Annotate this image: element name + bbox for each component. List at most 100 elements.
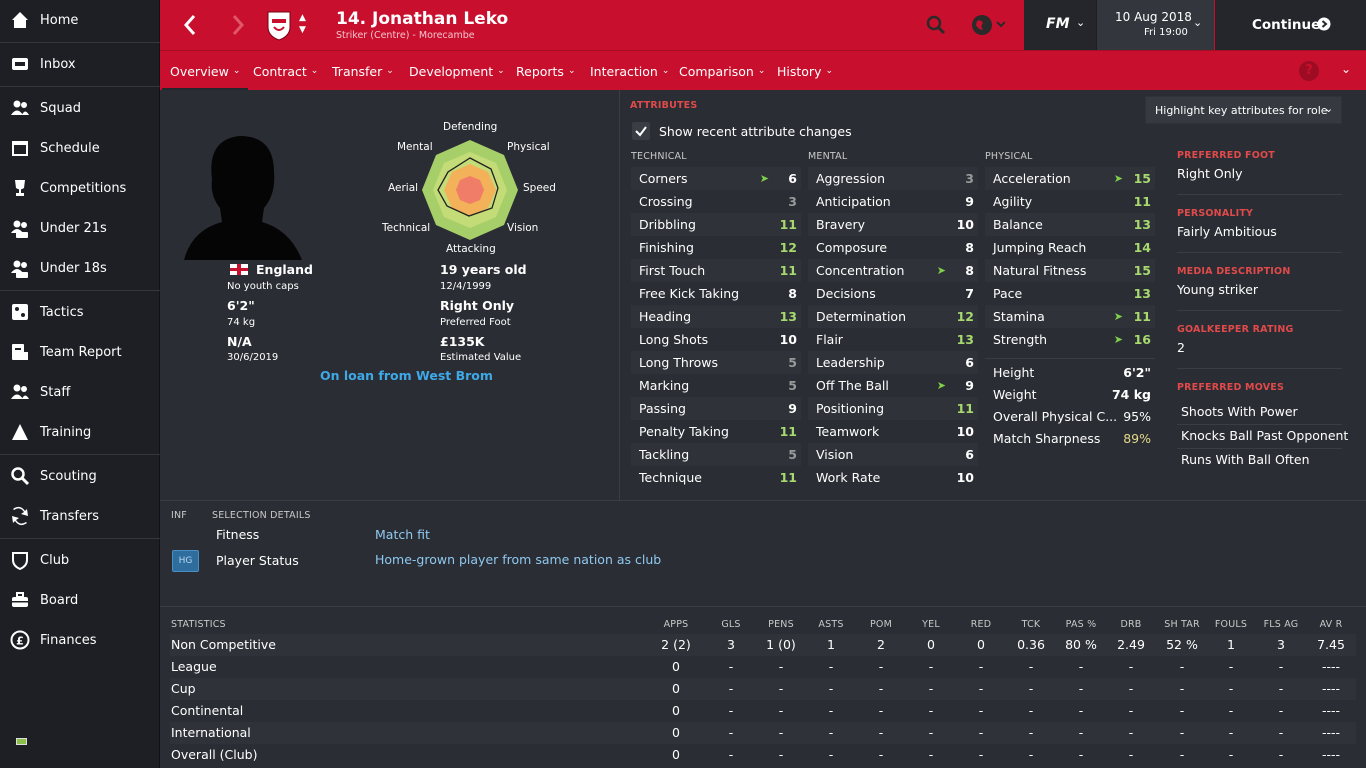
attribute-row[interactable]: Leadership 6 — [808, 351, 978, 374]
stat-column-header[interactable]: RED — [956, 619, 1006, 630]
sidebar-item-home[interactable]: Home — [0, 0, 160, 40]
tab-overview[interactable]: Overview ⌄ — [161, 51, 249, 91]
nationality[interactable]: England — [256, 262, 313, 277]
attribute-row[interactable]: Corners ➤ 6 — [631, 167, 801, 190]
sidebar-item-staff[interactable]: Staff — [0, 372, 160, 412]
search-icon[interactable] — [926, 15, 946, 39]
attribute-row[interactable]: Decisions 7 — [808, 282, 978, 305]
attribute-row[interactable]: Pace 13 — [985, 282, 1155, 305]
attribute-row[interactable]: Tackling 5 — [631, 443, 801, 466]
stat-column-header[interactable]: SH TAR — [1157, 619, 1207, 630]
attribute-row[interactable]: Composure 8 — [808, 236, 978, 259]
show-changes-checkbox[interactable] — [632, 122, 650, 140]
attribute-row[interactable]: Jumping Reach 14 — [985, 236, 1155, 259]
attribute-row[interactable]: Vision 6 — [808, 443, 978, 466]
player-status-value[interactable]: Home-grown player from same nation as cl… — [375, 552, 661, 567]
sidebar-item-schedule[interactable]: Schedule — [0, 128, 160, 168]
sidebar-item-board[interactable]: Board — [0, 580, 160, 620]
attribute-row[interactable]: Teamwork 10 — [808, 420, 978, 443]
tab-history[interactable]: History ⌄ — [777, 51, 833, 91]
attribute-row[interactable]: Concentration ➤ 8 — [808, 259, 978, 282]
attribute-row[interactable]: Finishing 12 — [631, 236, 801, 259]
sidebar-item-transfers[interactable]: Transfers — [0, 496, 160, 536]
table-row[interactable]: Cup 0- - - - - - - - - - - - ---- — [170, 678, 1356, 700]
attribute-row[interactable]: Bravery 10 — [808, 213, 978, 236]
stat-column-header[interactable]: FOULS — [1206, 619, 1256, 630]
attribute-value: 6 — [965, 447, 974, 462]
tab-transfer[interactable]: Transfer ⌄ — [332, 51, 394, 91]
player-switch-arrows-icon[interactable]: ▲ ▼ — [299, 12, 306, 36]
attribute-row[interactable]: Off The Ball ➤ 9 — [808, 374, 978, 397]
table-row[interactable]: International 0- - - - - - - - - - - - ---- — [170, 722, 1356, 744]
highlight-role-dropdown[interactable]: Highlight key attributes for role ⌄ — [1145, 96, 1342, 124]
tab-comparison[interactable]: Comparison ⌄ — [679, 51, 765, 91]
attribute-row[interactable]: Positioning 11 — [808, 397, 978, 420]
attribute-row[interactable]: Technique 11 — [631, 466, 801, 489]
tab-development[interactable]: Development ⌄ — [409, 51, 505, 91]
attribute-row[interactable]: Strength ➤ 16 — [985, 328, 1155, 351]
table-row[interactable]: Overall (Club) 0- - - - - - - - - - - - ---- — [170, 744, 1356, 766]
attribute-row[interactable]: Aggression 3 — [808, 167, 978, 190]
attribute-row[interactable]: Dribbling 11 — [631, 213, 801, 236]
table-row[interactable]: Non Competitive 2 (2) 3 1 (0) 1 2 0 0 0.36 80 % 2.… — [170, 634, 1356, 656]
stat-column-header[interactable]: PENS — [756, 619, 806, 630]
sidebar-item-tactics[interactable]: Tactics — [0, 292, 160, 332]
attribute-row[interactable]: Long Shots 10 — [631, 328, 801, 351]
sidebar-item-club[interactable]: Club — [0, 540, 160, 580]
attribute-row[interactable]: Work Rate 10 — [808, 466, 978, 489]
stat-column-header[interactable]: GLS — [706, 619, 756, 630]
sidebar-item-finances[interactable]: £ Finances — [0, 620, 160, 660]
stat-column-header[interactable]: AV R — [1306, 619, 1356, 630]
attribute-row[interactable]: Agility 11 — [985, 190, 1155, 213]
attribute-row[interactable]: Crossing 3 — [631, 190, 801, 213]
attribute-row[interactable]: Passing 9 — [631, 397, 801, 420]
sidebar-item-competitions[interactable]: Competitions — [0, 168, 160, 208]
back-button[interactable] — [180, 12, 204, 38]
attribute-row[interactable]: Balance 13 — [985, 213, 1155, 236]
table-row[interactable]: Continental 0- - - - - - - - - - - - ---- — [170, 700, 1356, 722]
sidebar-item-under-21s[interactable]: Under 21s — [0, 208, 160, 248]
forward-button[interactable] — [228, 12, 252, 38]
sidebar-item-under-18s[interactable]: Under 18s — [0, 248, 160, 288]
table-row[interactable]: League 0- - - - - - - - - - - - ---- — [170, 656, 1356, 678]
sidebar-item-team-report[interactable]: Team Report — [0, 332, 160, 372]
attribute-row[interactable]: Natural Fitness 15 — [985, 259, 1155, 282]
tab-interaction[interactable]: Interaction ⌄ — [590, 51, 669, 91]
sidebar-item-scouting[interactable]: Scouting — [0, 456, 160, 496]
stat-column-header[interactable]: YEL — [906, 619, 956, 630]
attribute-row[interactable]: Acceleration ➤ 15 — [985, 167, 1155, 190]
attribute-row[interactable]: Penalty Taking 11 — [631, 420, 801, 443]
date-panel[interactable]: 10 Aug 2018 Fri 19:00 ⌄ — [1096, 0, 1214, 50]
attribute-row[interactable]: Heading 13 — [631, 305, 801, 328]
stat-column-header[interactable]: POM — [856, 619, 906, 630]
attribute-row[interactable]: Marking 5 — [631, 374, 801, 397]
attribute-name: Long Throws — [639, 355, 719, 370]
loan-link[interactable]: On loan from West Brom — [320, 368, 493, 383]
sidebar-item-training[interactable]: Training — [0, 412, 160, 452]
fm-menu[interactable]: FM ⌄ — [1024, 0, 1096, 50]
show-changes-label[interactable]: Show recent attribute changes — [659, 124, 852, 139]
attribute-row[interactable]: First Touch 11 — [631, 259, 801, 282]
stat-column-header[interactable]: PAS % — [1056, 619, 1106, 630]
attribute-row[interactable]: Stamina ➤ 11 — [985, 305, 1155, 328]
stat-column-header[interactable]: DRB — [1106, 619, 1156, 630]
stat-cell: - — [1028, 703, 1034, 718]
continue-button[interactable]: Continue — [1215, 0, 1366, 50]
help-icon[interactable]: ? — [1299, 61, 1319, 81]
tab-contract[interactable]: Contract ⌄ — [253, 51, 318, 91]
stat-column-header[interactable]: APPS — [651, 619, 701, 630]
sidebar-item-inbox[interactable]: Inbox — [0, 44, 160, 84]
sidebar-item-squad[interactable]: Squad — [0, 88, 160, 128]
attribute-row[interactable]: Determination 12 — [808, 305, 978, 328]
attribute-row[interactable]: Anticipation 9 — [808, 190, 978, 213]
stat-column-header[interactable]: FLS AG — [1256, 619, 1306, 630]
chevron-down-icon[interactable]: ⌄ — [1341, 62, 1351, 76]
tab-reports[interactable]: Reports ⌄ — [516, 51, 576, 91]
tab-label: Development — [409, 63, 494, 79]
stat-column-header[interactable]: TCK — [1006, 619, 1056, 630]
attribute-row[interactable]: Long Throws 5 — [631, 351, 801, 374]
attribute-row[interactable]: Free Kick Taking 8 — [631, 282, 801, 305]
globe-icon[interactable] — [971, 13, 1006, 41]
stat-column-header[interactable]: ASTS — [806, 619, 856, 630]
attribute-row[interactable]: Flair 13 — [808, 328, 978, 351]
